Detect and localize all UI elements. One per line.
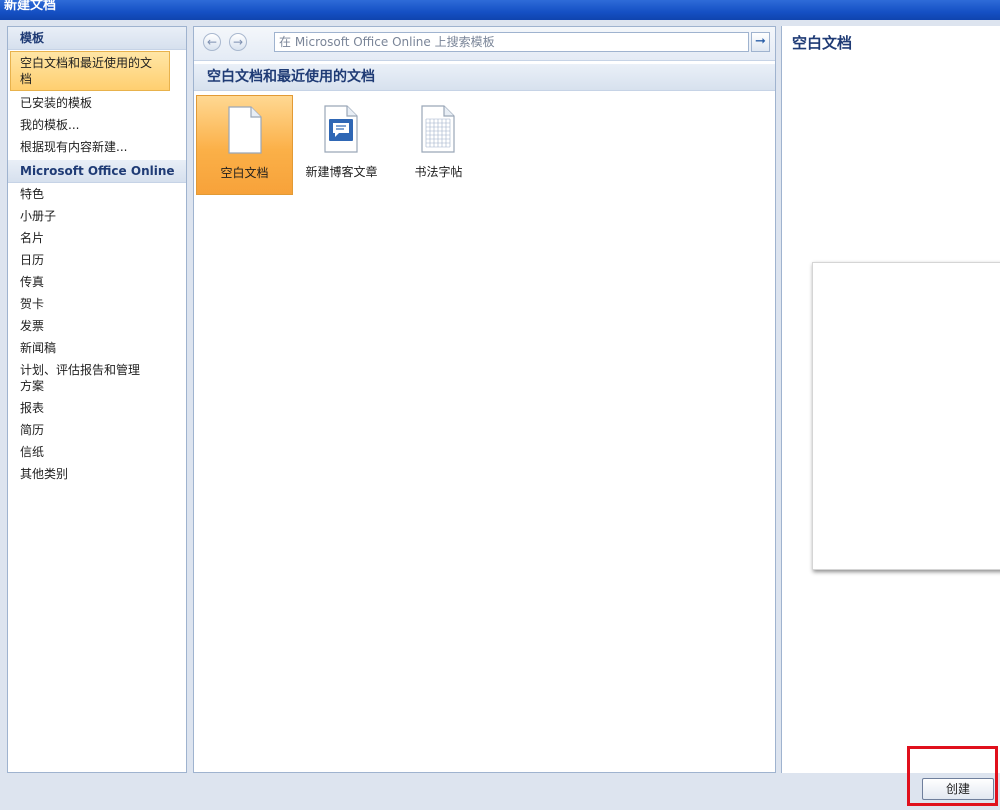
nav-item-brochures[interactable]: 小册子: [8, 205, 186, 227]
nav-item-my-templates[interactable]: 我的模板...: [8, 114, 186, 136]
window-title-bar: 新建文档: [0, 0, 1000, 20]
blank-document-icon: [228, 106, 262, 154]
arrow-right-icon: →: [232, 35, 244, 49]
nav-item-new-from-existing[interactable]: 根据现有内容新建...: [8, 136, 186, 158]
templates-section-header: 模板: [8, 27, 186, 50]
template-category-pane: 模板 空白文档和最近使用的文档 已安装的模板 我的模板... 根据现有内容新建.…: [7, 26, 187, 773]
online-section-header: Microsoft Office Online: [8, 160, 186, 183]
nav-item-stationery[interactable]: 信纸: [8, 441, 186, 463]
nav-item-press-releases[interactable]: 新闻稿: [8, 337, 186, 359]
nav-item-installed-templates[interactable]: 已安装的模板: [8, 92, 186, 114]
nav-item-plans-reports[interactable]: 计划、评估报告和管理方案: [8, 359, 152, 397]
nav-item-other-categories[interactable]: 其他类别: [8, 463, 186, 485]
gallery-header: 空白文档和最近使用的文档: [194, 64, 775, 91]
highlight-annotation-box: [907, 746, 998, 806]
template-search-input[interactable]: [274, 32, 749, 52]
preview-pane: 空白文档: [781, 26, 1000, 773]
search-go-button[interactable]: ➞: [751, 32, 770, 52]
tile-new-blog-post[interactable]: 新建博客文章: [293, 95, 390, 195]
arrow-right-icon: ➞: [755, 34, 766, 49]
tile-label: 空白文档: [220, 166, 269, 180]
calligraphy-grid-icon: [421, 105, 455, 153]
nav-item-resumes[interactable]: 简历: [8, 419, 186, 441]
nav-item-reports[interactable]: 报表: [8, 397, 186, 419]
nav-item-business-cards[interactable]: 名片: [8, 227, 186, 249]
blog-post-icon: [324, 105, 358, 153]
preview-page-thumbnail: [812, 262, 1000, 570]
nav-item-featured[interactable]: 特色: [8, 183, 186, 205]
dialog-button-bar: [0, 773, 1000, 810]
nav-item-faxes[interactable]: 传真: [8, 271, 186, 293]
nav-item-greeting-cards[interactable]: 贺卡: [8, 293, 186, 315]
forward-button[interactable]: →: [229, 33, 247, 51]
tile-label: 新建博客文章: [305, 165, 378, 179]
arrow-left-icon: ←: [206, 35, 218, 49]
back-button[interactable]: ←: [203, 33, 221, 51]
preview-title: 空白文档: [792, 34, 853, 52]
tile-calligraphy-practice[interactable]: 书法字帖: [390, 95, 487, 195]
template-tiles: 空白文档 新建博客文章 书法字帖: [194, 91, 775, 201]
template-gallery-pane: ← → ➞ 空白文档和最近使用的文档 空白文档: [193, 26, 776, 773]
tile-blank-document[interactable]: 空白文档: [196, 95, 293, 195]
window-title: 新建文档: [4, 0, 57, 13]
nav-item-blank-and-recent[interactable]: 空白文档和最近使用的文档: [10, 51, 170, 91]
nav-item-calendars[interactable]: 日历: [8, 249, 186, 271]
tile-label: 书法字帖: [414, 165, 463, 179]
search-toolbar: ← → ➞: [194, 27, 775, 61]
nav-item-invoices[interactable]: 发票: [8, 315, 186, 337]
